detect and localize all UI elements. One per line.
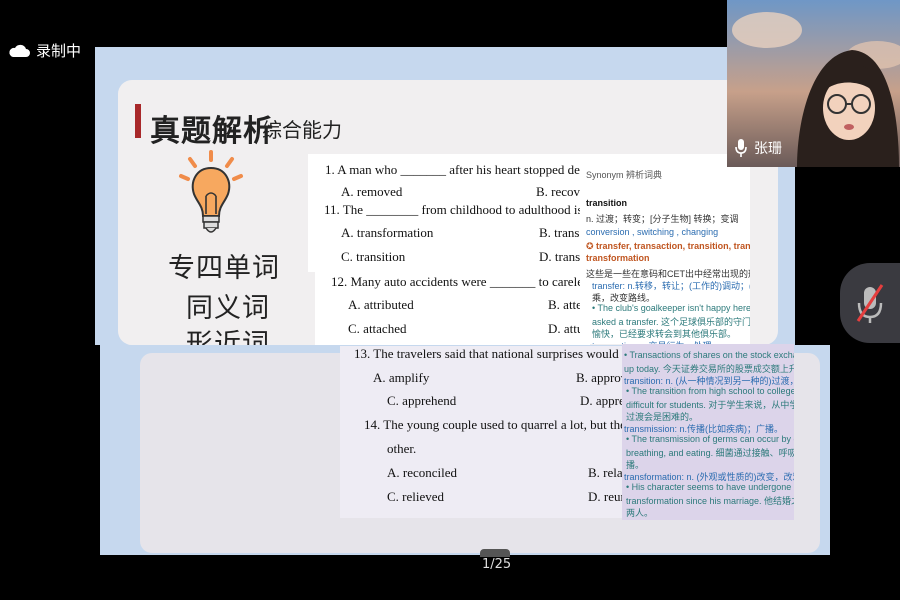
- question-line: 11. The ________ from childhood to adult…: [324, 202, 580, 217]
- question-line: C. apprehend: [387, 393, 457, 408]
- dictionary-line: transition: [586, 198, 628, 208]
- lightbulb-icon: [179, 150, 243, 233]
- question-line: B. transc: [539, 225, 580, 240]
- question-line: D. appre: [580, 393, 625, 408]
- keyword-1: 专四单词: [168, 253, 280, 284]
- question-panel-lower: 13. The travelers said that national sur…: [340, 346, 630, 518]
- question-line: A. transformation: [341, 225, 434, 240]
- dictionary-line: • The transmission of germs can occur by…: [626, 434, 794, 444]
- dictionary-line: • The club's goalkeeper isn't happy here…: [592, 303, 750, 313]
- microphone-icon: [735, 139, 747, 157]
- dictionary-line: • His character seems to have undergone …: [626, 482, 794, 492]
- question-line: B. approv: [576, 370, 628, 385]
- question-line: A. amplify: [373, 370, 430, 385]
- dictionary-line: breathing, and eating. 细菌通过接触、呼吸和饮食传: [626, 448, 794, 458]
- question-line: D. transf: [539, 249, 580, 264]
- dictionary-popup-lower[interactable]: • Transactions of shares on the stock ex…: [622, 344, 794, 520]
- page-indicator: 1/25: [482, 557, 512, 572]
- recording-indicator: 录制中: [8, 40, 81, 61]
- title-accent-bar: [135, 104, 141, 138]
- dictionary-line: n. 过渡；转变；[分子生物] 转换；变调: [586, 214, 739, 224]
- dictionary-popup-top[interactable]: Synonym 辨析词典 transition n. 过渡；转变；[分子生物] 转换…: [580, 154, 750, 344]
- question-line: C. attached: [348, 321, 407, 336]
- keyword-2: 同义词: [186, 293, 270, 324]
- presenter-name: 张珊: [754, 141, 782, 157]
- question-line: C. transition: [341, 249, 406, 264]
- question-line: 12. Many auto accidents were _______ to …: [331, 274, 590, 289]
- question-line: 1. A man who _______ after his heart sto…: [325, 162, 580, 177]
- dictionary-line: • Transactions of shares on the stock ex…: [624, 350, 794, 360]
- question-line: C. relieved: [387, 489, 445, 504]
- question-line: A. removed: [341, 184, 403, 199]
- slide-title: 真题解析: [150, 114, 274, 149]
- presenter-video: [732, 12, 900, 167]
- question-panel-top: 1. A man who _______ after his heart sto…: [308, 154, 580, 272]
- question-line: A. reconciled: [387, 465, 458, 480]
- slide-subtitle: 综合能力: [262, 118, 342, 142]
- mute-toggle-button[interactable]: [840, 263, 900, 343]
- dictionary-line: ✪ transfer, transaction, transition, tra…: [586, 241, 750, 251]
- dictionary-line: • The transition from high school to col…: [626, 386, 794, 396]
- webcam-feed: [727, 0, 900, 167]
- dictionary-line: transformation: [586, 253, 650, 263]
- muted-microphone-icon: [856, 284, 884, 323]
- question-line: 14. The young couple used to quarrel a l…: [364, 417, 630, 432]
- dictionary-line: conversion , switching , changing: [586, 227, 719, 237]
- question-line: other.: [387, 441, 417, 456]
- question-line: B. recove: [536, 184, 580, 199]
- cloud-icon: [9, 44, 30, 57]
- page-tab[interactable]: [480, 549, 510, 557]
- recording-label: 录制中: [36, 42, 82, 60]
- question-panel-middle: 12. Many auto accidents were _______ to …: [315, 268, 590, 348]
- question-line: 13. The travelers said that national sur…: [354, 346, 630, 361]
- question-line: A. attributed: [348, 297, 414, 312]
- dictionary-line: Synonym 辨析词典: [586, 170, 663, 180]
- dictionary-line: 两人。: [626, 508, 654, 518]
